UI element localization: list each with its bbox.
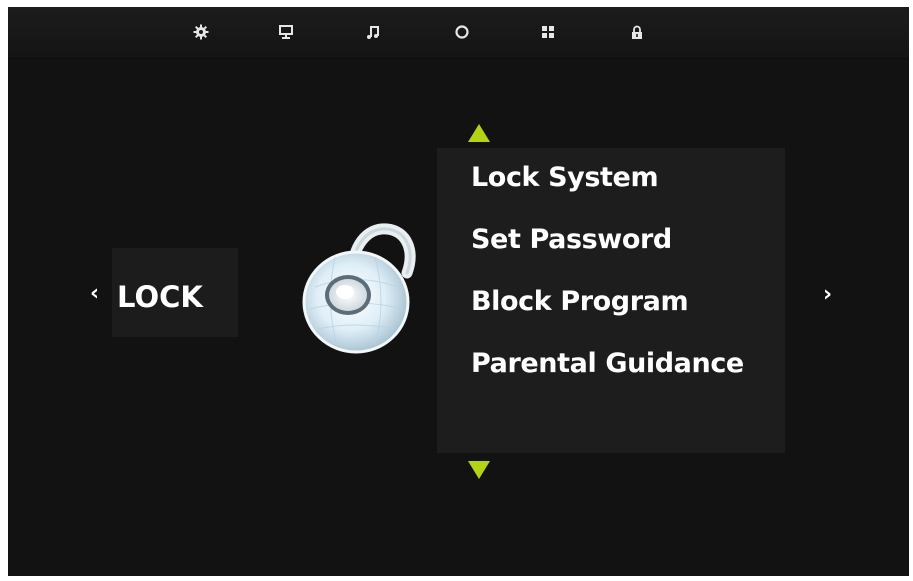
lock-icon[interactable] xyxy=(625,20,649,44)
menu-item-block-program[interactable]: Block Program xyxy=(471,282,689,322)
menu-item-parental-guidance[interactable]: Parental Guidance xyxy=(471,344,744,384)
padlock-icon xyxy=(295,217,425,367)
circle-icon[interactable] xyxy=(450,20,474,44)
tv-menu-screen: ‹ LOCK Lock System Set Password Block Pr… xyxy=(8,7,909,576)
menu-item-set-password[interactable]: Set Password xyxy=(471,220,672,260)
previous-category-button[interactable]: ‹ xyxy=(90,282,99,306)
down-arrow-icon[interactable] xyxy=(466,459,492,481)
up-arrow-icon[interactable] xyxy=(466,122,492,144)
grid-icon[interactable] xyxy=(536,20,560,44)
settings-icon[interactable] xyxy=(189,20,213,44)
top-navigation-bar xyxy=(8,7,909,59)
next-category-button[interactable]: › xyxy=(823,283,832,307)
music-icon[interactable] xyxy=(361,20,385,44)
monitor-icon[interactable] xyxy=(274,20,298,44)
category-label: LOCK xyxy=(117,280,203,314)
menu-item-lock-system[interactable]: Lock System xyxy=(471,158,659,198)
lock-options-menu: Lock System Set Password Block Program P… xyxy=(437,148,785,453)
